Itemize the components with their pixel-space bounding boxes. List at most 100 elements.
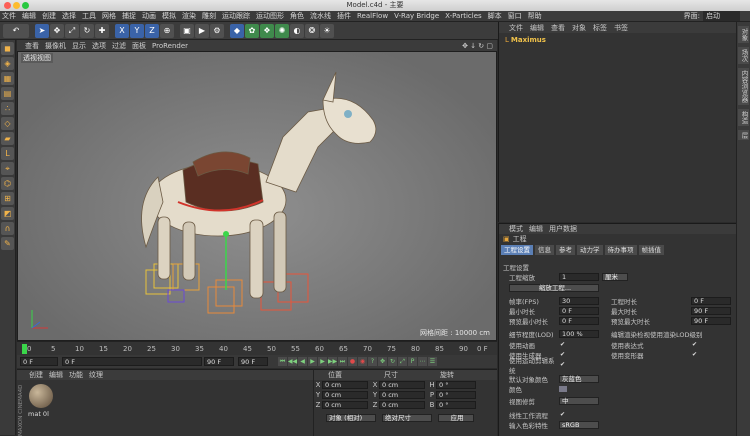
menu-file[interactable]: 文件 — [2, 11, 16, 21]
coordinate-system-icon[interactable]: ⊕ — [160, 23, 174, 38]
z-axis-button[interactable]: Z — [145, 23, 159, 38]
object-menu-objects[interactable]: 对象 — [572, 23, 586, 33]
go-to-end-icon[interactable]: ⏭ — [338, 357, 347, 366]
next-key-icon[interactable]: ▶▶ — [328, 357, 337, 366]
size-x-field[interactable]: 0 cm — [379, 381, 425, 389]
input-color-select[interactable]: sRGB — [559, 420, 599, 429]
apply-button[interactable]: 应用 — [438, 414, 474, 422]
attribute-menu-userdata[interactable]: 用户数据 — [549, 224, 577, 234]
viewport-menu-display[interactable]: 显示 — [72, 41, 86, 51]
preview-max-field[interactable]: 90 F — [691, 316, 731, 325]
viewport-menu-cameras[interactable]: 摄像机 — [45, 41, 66, 51]
object-color-select[interactable]: 灰蓝色 — [559, 374, 599, 383]
scale-key-icon[interactable]: ⤢ — [398, 357, 407, 366]
use-expressions-checkbox[interactable]: ✔ — [691, 341, 698, 348]
array-icon[interactable]: ❖ — [260, 23, 274, 38]
material-menu-function[interactable]: 功能 — [69, 370, 83, 380]
tab-content-browser[interactable]: 内容浏览器 — [738, 68, 749, 105]
subdivision-icon[interactable]: ✿ — [245, 23, 259, 38]
tab-info[interactable]: 信息 — [535, 245, 554, 255]
use-motion-checkbox[interactable]: ✔ — [559, 361, 566, 368]
menu-animate[interactable]: 动画 — [142, 11, 156, 21]
position-x-field[interactable]: 0 cm — [322, 381, 368, 389]
preview-min-field[interactable]: 0 F — [559, 316, 599, 325]
menu-script[interactable]: 脚本 — [488, 11, 502, 21]
menu-character[interactable]: 角色 — [290, 11, 304, 21]
timeline-icon[interactable]: ☰ — [428, 357, 437, 366]
viewport-menu-prorender[interactable]: ProRender — [152, 42, 188, 50]
object-name[interactable]: Maximus — [511, 36, 546, 44]
rotation-p-field[interactable]: 0 ° — [436, 391, 476, 399]
menu-pipeline[interactable]: 流水线 — [310, 11, 331, 21]
undo-icon[interactable]: ↶ — [3, 23, 29, 38]
menu-select[interactable]: 选择 — [62, 11, 76, 21]
tab-dynamics[interactable]: 动力学 — [577, 245, 603, 255]
viewport-menu-options[interactable]: 选项 — [92, 41, 106, 51]
timeline-ruler[interactable]: 0 5 10 15 20 25 30 35 40 45 50 55 60 65 … — [17, 341, 497, 355]
use-animation-checkbox[interactable]: ✔ — [559, 341, 566, 348]
duration-field[interactable]: 0 F — [691, 296, 731, 305]
magnet-icon[interactable]: ∩ — [1, 222, 14, 235]
rotation-b-field[interactable]: 0 ° — [436, 401, 476, 409]
paint-icon[interactable]: ✎ — [1, 237, 14, 250]
menu-mesh[interactable]: 网格 — [102, 11, 116, 21]
close-window-button[interactable] — [4, 2, 11, 9]
move-key-icon[interactable]: ✥ — [378, 357, 387, 366]
scale-project-button[interactable]: 缩放工程... — [509, 283, 599, 292]
tab-takes[interactable]: 场次 — [738, 47, 749, 64]
viewport-nav-icons[interactable]: ✥ ↓ ↻ ▢ — [462, 42, 493, 50]
menu-create[interactable]: 创建 — [42, 11, 56, 21]
workplane-icon[interactable]: ▤ — [1, 87, 14, 100]
tab-todo[interactable]: 待办事项 — [604, 245, 637, 255]
edges-mode-icon[interactable]: ◇ — [1, 117, 14, 130]
rotate-icon[interactable]: ↻ — [80, 23, 94, 38]
viewport-menu-panel[interactable]: 面板 — [132, 41, 146, 51]
menu-motion-tracking[interactable]: 运动跟踪 — [222, 11, 250, 21]
menu-realflow[interactable]: RealFlow — [357, 12, 388, 20]
play-icon[interactable]: ▶ — [308, 357, 317, 366]
record-icon[interactable]: ● — [348, 357, 357, 366]
rotation-h-field[interactable]: 0 ° — [436, 381, 476, 389]
perspective-viewport[interactable]: 透视视图 网格间距: 10000 cm — [17, 51, 497, 341]
menu-tools[interactable]: 工具 — [82, 11, 96, 21]
menu-help[interactable]: 帮助 — [528, 11, 542, 21]
viewport-menu-view[interactable]: 查看 — [25, 41, 39, 51]
model-mode-icon[interactable]: ◈ — [1, 57, 14, 70]
view-clip-select[interactable]: 中 — [559, 396, 599, 405]
snap-icon[interactable]: ⌬ — [1, 177, 14, 190]
gizmo-handle[interactable] — [223, 231, 229, 237]
zoom-window-button[interactable] — [22, 2, 29, 9]
render-picture-viewer-icon[interactable]: ▶ — [195, 23, 209, 38]
prev-key-icon[interactable]: ◀◀ — [288, 357, 297, 366]
deformer-icon[interactable]: ✺ — [275, 23, 289, 38]
material-menu-texture[interactable]: 纹理 — [89, 370, 103, 380]
polygons-mode-icon[interactable]: ▰ — [1, 132, 14, 145]
texture-mode-icon[interactable]: ▦ — [1, 72, 14, 85]
points-mode-icon[interactable]: ∴ — [1, 102, 14, 115]
scale-icon[interactable]: ⤢ — [65, 23, 79, 38]
menu-sculpt[interactable]: 雕刻 — [202, 11, 216, 21]
quantize-icon[interactable]: ⊞ — [1, 192, 14, 205]
lod-render-checkbox[interactable] — [723, 330, 730, 337]
menu-plugins[interactable]: 插件 — [337, 11, 351, 21]
linear-workflow-checkbox[interactable]: ✔ — [559, 411, 566, 418]
attribute-menu-edit[interactable]: 编辑 — [529, 224, 543, 234]
min-time-field[interactable]: 0 F — [559, 306, 599, 315]
size-y-field[interactable]: 0 cm — [379, 391, 425, 399]
menu-edit[interactable]: 编辑 — [22, 11, 36, 21]
render-settings-icon[interactable]: ⚙ — [210, 23, 224, 38]
material-menu-create[interactable]: 创建 — [29, 370, 43, 380]
fps-field[interactable]: 30 — [559, 296, 599, 305]
menu-simulate[interactable]: 模拟 — [162, 11, 176, 21]
scale-field[interactable]: 1 — [559, 272, 599, 281]
object-list-item[interactable]: L Maximus — [499, 35, 736, 45]
light-icon[interactable]: ☀ — [320, 23, 334, 38]
position-y-field[interactable]: 0 cm — [322, 391, 368, 399]
material-menu-edit[interactable]: 编辑 — [49, 370, 63, 380]
workplane-lock-icon[interactable]: ◩ — [1, 207, 14, 220]
x-axis-button[interactable]: X — [115, 23, 129, 38]
tab-project-settings[interactable]: 工程设置 — [501, 245, 533, 255]
preview-end-field[interactable]: 90 F — [238, 357, 268, 366]
tab-key-interpolation[interactable]: 帧插值 — [638, 245, 664, 255]
tab-objects[interactable]: 对象 — [738, 26, 749, 43]
